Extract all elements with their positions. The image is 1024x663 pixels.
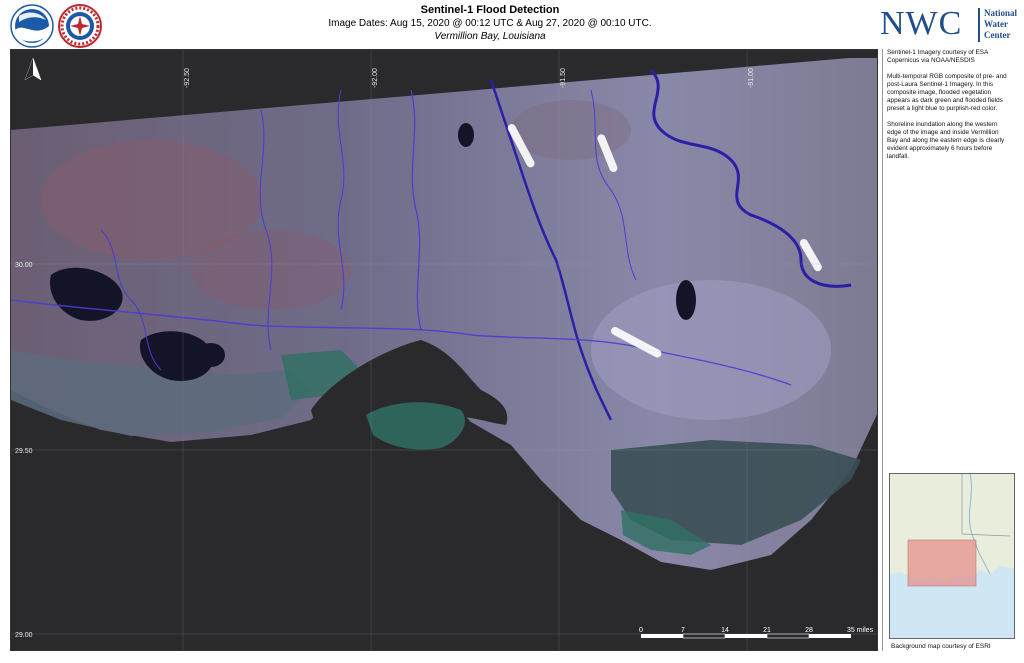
info-panel: Sentinel-1 Imagery courtesy of ESA Coper… <box>882 49 1015 651</box>
title-block: Sentinel-1 Flood Detection Image Dates: … <box>240 4 740 43</box>
nwc-line1: National <box>984 8 1018 18</box>
noaa-logo <box>10 4 54 48</box>
image-dates: Image Dates: Aug 15, 2020 @ 00:12 UTC & … <box>328 18 652 29</box>
nwc-logo: NWC National Water Center <box>880 6 1020 46</box>
lake-small-2 <box>676 280 696 320</box>
lake-small-1 <box>197 343 225 367</box>
location-name: Vermillion Bay, Louisiana <box>434 31 546 42</box>
nwc-line2: Water <box>984 19 1008 29</box>
locator-map-canvas <box>890 474 1014 638</box>
nwc-line3: Center <box>984 30 1011 40</box>
scale-seg-5 <box>809 634 851 638</box>
scale-tick-14: 14 <box>721 627 729 634</box>
nwc-divider <box>978 8 980 42</box>
lat-label-1: 30.00 <box>15 262 33 269</box>
nwc-fullname: National Water Center <box>984 8 1017 41</box>
locator-inset-map <box>889 473 1015 639</box>
lon-label-3: -91.50 <box>560 68 567 88</box>
lon-label-1: -92.50 <box>184 68 191 88</box>
flooded-fields-2 <box>191 230 351 310</box>
map-title: Sentinel-1 Flood Detection <box>420 4 560 16</box>
scale-seg-3 <box>725 634 767 638</box>
scale-seg-4 <box>766 633 810 639</box>
lat-label-2: 29.50 <box>15 448 33 455</box>
scale-tick-35: 35 miles <box>847 627 874 634</box>
flooded-fields-3 <box>511 100 631 160</box>
basemap-credit: Background map courtesy of ESRI <box>891 643 991 650</box>
imagery-credit: Sentinel-1 Imagery courtesy of ESA Coper… <box>887 49 988 64</box>
map-canvas: -92.50 -92.00 -91.50 -91.00 30.00 29.50 … <box>11 50 877 650</box>
nwc-acronym: NWC <box>880 5 963 42</box>
scale-tick-21: 21 <box>763 627 771 634</box>
scale-tick-7: 7 <box>681 627 685 634</box>
shoreline-note: Shoreline inundation along the western e… <box>887 121 1005 160</box>
inset-extent-box <box>907 539 977 587</box>
scale-seg-1 <box>641 634 683 638</box>
light-flooded-area <box>591 280 831 420</box>
composite-description: Multi-temporal RGB composite of pre- and… <box>887 73 1007 112</box>
lat-label-3: 29.00 <box>15 632 33 639</box>
lake-small-3 <box>458 123 474 147</box>
lon-label-2: -92.00 <box>372 68 379 88</box>
lon-label-4: -91.00 <box>748 68 755 88</box>
scale-seg-2 <box>682 633 726 639</box>
map-header: Sentinel-1 Flood Detection Image Dates: … <box>0 0 1024 48</box>
scale-tick-28: 28 <box>805 627 813 634</box>
nws-logo <box>58 4 102 48</box>
satellite-map[interactable]: -92.50 -92.00 -91.50 -91.00 30.00 29.50 … <box>10 49 878 651</box>
scale-tick-0: 0 <box>639 627 643 634</box>
